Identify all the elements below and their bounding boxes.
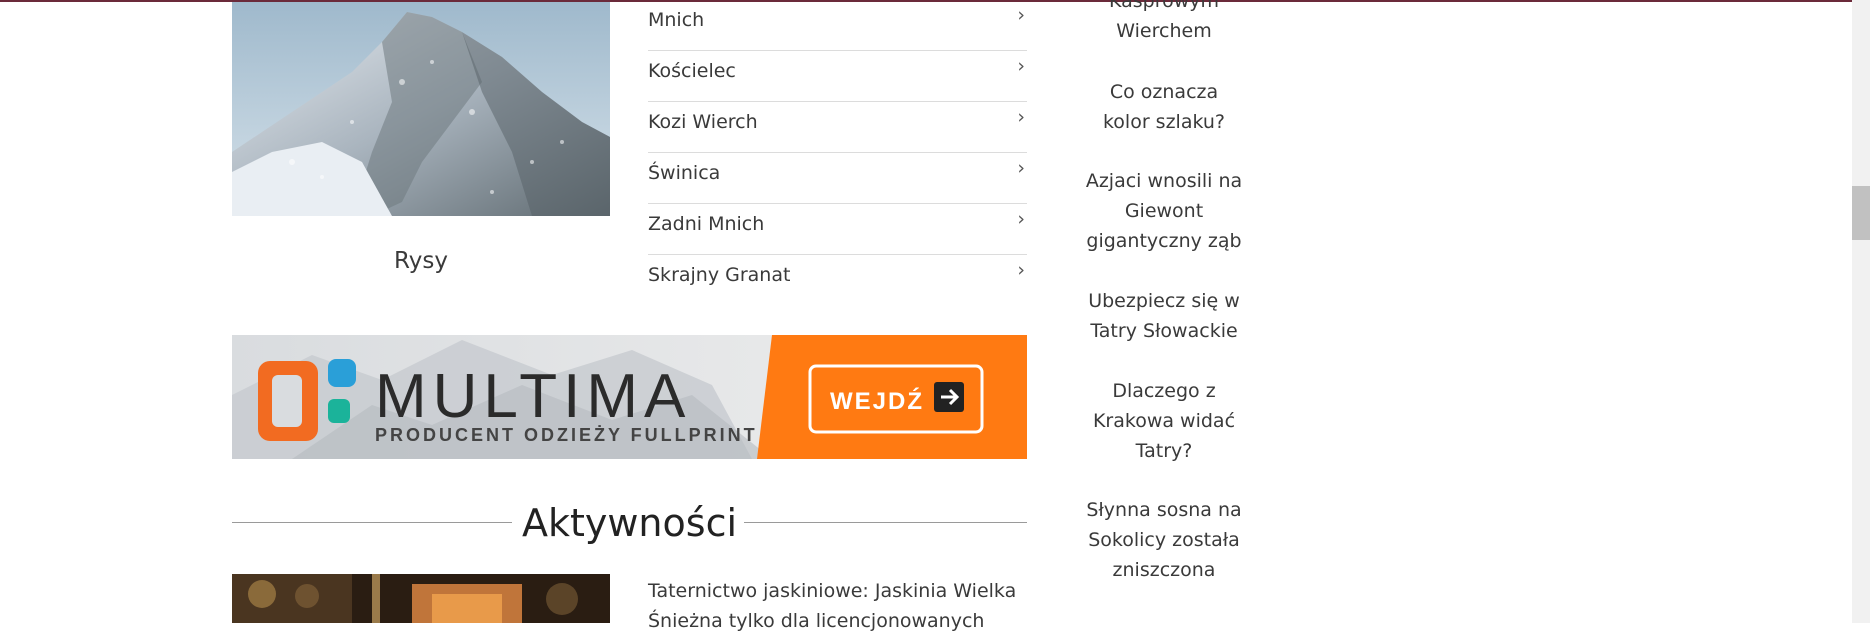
scrollbar-track[interactable] bbox=[1852, 0, 1870, 623]
sidebar-item-line: Co oznacza bbox=[1109, 81, 1219, 103]
scrollbar-thumb[interactable] bbox=[1852, 186, 1870, 240]
sidebar-item[interactable]: Słynna sosna na Sokolicy została zniszcz… bbox=[1064, 495, 1264, 585]
article-title-link[interactable]: Taternictwo jaskiniowe: Jaskinia Wielka … bbox=[648, 576, 1027, 636]
peak-list-item-label: Zadni Mnich bbox=[648, 213, 765, 235]
banner-brand-text: MULTIMA bbox=[375, 362, 691, 431]
chevron-right-icon: › bbox=[1017, 259, 1025, 281]
peak-list-item[interactable]: Skrajny Granat › bbox=[648, 255, 1027, 306]
sidebar-item[interactable]: Dlaczego z Krakowa widać Tatry? bbox=[1064, 376, 1264, 466]
multima-banner[interactable]: MULTIMA PRODUCENT ODZIEŻY FULLPRINT WEJD… bbox=[232, 335, 1027, 459]
sidebar-item[interactable]: Azjaci wnosili na Giewont gigantyczny zą… bbox=[1064, 166, 1264, 256]
sidebar-item[interactable]: Kasprowym Wierchem bbox=[1064, 0, 1264, 46]
sidebar-item-line: Krakowa widać bbox=[1092, 410, 1236, 432]
peak-list-item[interactable]: Kościelec › bbox=[648, 51, 1027, 102]
peak-list-item[interactable]: Świnica › bbox=[648, 153, 1027, 204]
sidebar-item-line: Tatry? bbox=[1135, 440, 1193, 462]
banner-graphic: MULTIMA PRODUCENT ODZIEŻY FULLPRINT WEJD… bbox=[232, 335, 1027, 459]
sidebar-item-line: Sokolicy została bbox=[1088, 529, 1240, 551]
main-content: Rysy Mnich › Kościelec › Kozi Wierch › Ś… bbox=[232, 0, 1027, 632]
article-thumbnail[interactable] bbox=[232, 574, 610, 623]
sidebar-item-line: Wierchem bbox=[1116, 20, 1212, 42]
sidebar-item-line: Tatry Słowackie bbox=[1090, 320, 1238, 342]
peak-list-item-label: Kościelec bbox=[648, 60, 736, 82]
peak-list-item-label: Kozi Wierch bbox=[648, 111, 758, 133]
sidebar-item-line: zniszczona bbox=[1112, 559, 1216, 581]
chevron-right-icon: › bbox=[1017, 106, 1025, 128]
banner-cta-label: WEJDŹ bbox=[830, 387, 924, 415]
sidebar-item-line: Kasprowym bbox=[1108, 0, 1220, 12]
peak-list-item-label: Skrajny Granat bbox=[648, 264, 791, 286]
peak-list-item[interactable]: Zadni Mnich › bbox=[648, 204, 1027, 255]
sidebar-item-line: kolor szlaku? bbox=[1102, 111, 1226, 133]
peak-list-item[interactable]: Mnich › bbox=[648, 0, 1027, 51]
peak-list-item[interactable]: Kozi Wierch › bbox=[648, 102, 1027, 153]
featured-peak-card[interactable]: Rysy bbox=[232, 2, 610, 274]
chevron-right-icon: › bbox=[1017, 4, 1025, 26]
sidebar-item-line: Dlaczego z bbox=[1112, 380, 1216, 402]
sidebar-item-line: Giewont bbox=[1124, 200, 1204, 222]
peak-photo[interactable] bbox=[232, 2, 610, 216]
section-heading: Aktywności bbox=[232, 498, 1027, 550]
peak-list-item-label: Mnich bbox=[648, 9, 705, 31]
sidebar-item[interactable]: Ubezpiecz się w Tatry Słowackie bbox=[1064, 286, 1264, 346]
peak-list: Mnich › Kościelec › Kozi Wierch › Świnic… bbox=[648, 0, 1027, 306]
sidebar-item-line: gigantyczny ząb bbox=[1086, 230, 1242, 252]
sidebar-item-line: Azjaci wnosili na bbox=[1085, 170, 1243, 192]
chevron-right-icon: › bbox=[1017, 157, 1025, 179]
featured-peak-title[interactable]: Rysy bbox=[232, 248, 610, 274]
chevron-right-icon: › bbox=[1017, 208, 1025, 230]
sidebar-item-line: Słynna sosna na bbox=[1086, 499, 1242, 521]
chevron-right-icon: › bbox=[1017, 55, 1025, 77]
peak-list-item-label: Świnica bbox=[648, 162, 721, 184]
sidebar-item-line: Ubezpiecz się w bbox=[1088, 290, 1240, 312]
sidebar-item[interactable]: Co oznacza kolor szlaku? bbox=[1064, 77, 1264, 137]
section-title: Aktywności bbox=[521, 501, 738, 545]
banner-tagline-text: PRODUCENT ODZIEŻY FULLPRINT bbox=[375, 425, 758, 445]
